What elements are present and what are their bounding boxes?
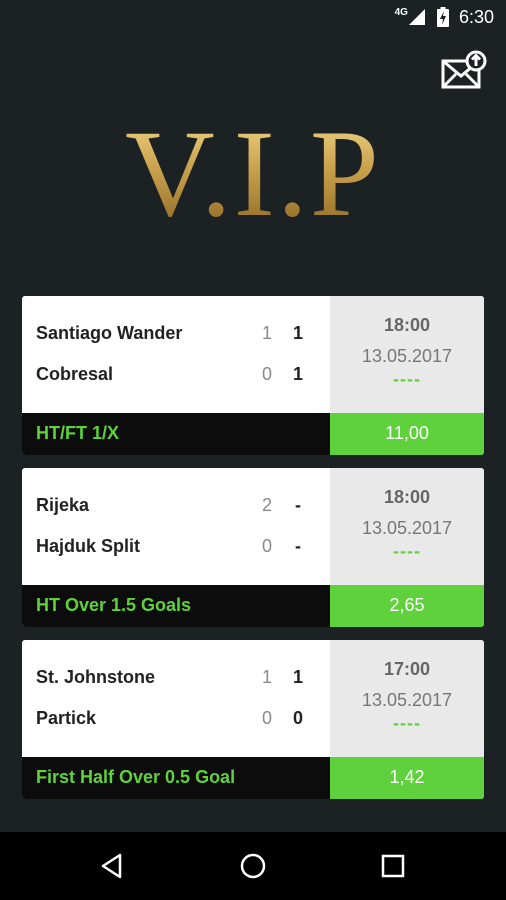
match-card[interactable]: St. Johnstone 1 1 Partick 0 0 17:00 13.0…	[22, 640, 484, 799]
away-ft-score: 0	[292, 708, 303, 728]
battery-charging-icon	[436, 7, 449, 27]
match-time: 18:00	[383, 487, 431, 507]
vip-logo: V.I.P	[0, 112, 506, 236]
tip-bar: HT/FT 1/X	[22, 413, 330, 455]
odds-value: 2,65	[389, 595, 425, 615]
match-date: 13.05.2017	[361, 690, 453, 710]
match-time: 17:00	[383, 659, 431, 679]
back-button[interactable]	[72, 832, 152, 900]
home-team-name: Santiago Wander	[36, 323, 183, 343]
match-status: ----	[393, 713, 421, 733]
match-status: ----	[393, 541, 421, 561]
away-team-name: Cobresal	[36, 364, 114, 384]
away-team-row: Partick 0 0	[22, 704, 330, 734]
away-team-name: Hajduk Split	[36, 536, 141, 556]
away-ht-score: 0	[261, 536, 272, 556]
odds-box: 1,42	[330, 757, 484, 799]
away-ht-score: 0	[261, 364, 272, 384]
home-team-name: Rijeka	[36, 495, 90, 515]
home-ht-score: 1	[261, 323, 272, 343]
recents-square-icon	[381, 854, 405, 878]
away-team-name: Partick	[36, 708, 97, 728]
away-ht-score: 0	[261, 708, 272, 728]
tip-label: First Half Over 0.5 Goal	[36, 767, 236, 787]
match-card[interactable]: Santiago Wander 1 1 Cobresal 0 1 18:00 1…	[22, 296, 484, 455]
home-ft-score: 1	[292, 323, 303, 343]
tip-bar: First Half Over 0.5 Goal	[22, 757, 330, 799]
match-info-panel: 18:00 13.05.2017 ----	[330, 468, 484, 585]
home-team-row: Santiago Wander 1 1	[22, 319, 330, 349]
match-date: 13.05.2017	[361, 346, 453, 366]
match-info-panel: 18:00 13.05.2017 ----	[330, 296, 484, 413]
mail-upload-button[interactable]	[440, 50, 488, 92]
tip-label: HT/FT 1/X	[36, 423, 120, 443]
home-button[interactable]	[213, 832, 293, 900]
tip-bar: HT Over 1.5 Goals	[22, 585, 330, 627]
home-ft-score: 1	[292, 667, 303, 687]
match-time: 18:00	[383, 315, 431, 335]
match-status: ----	[393, 369, 421, 389]
match-info-panel: 17:00 13.05.2017 ----	[330, 640, 484, 757]
home-team-row: Rijeka 2 -	[22, 491, 330, 521]
mail-upload-icon	[441, 50, 487, 89]
odds-box: 2,65	[330, 585, 484, 627]
odds-box: 11,00	[330, 413, 484, 455]
away-team-row: Hajduk Split 0 -	[22, 532, 330, 562]
tip-label: HT Over 1.5 Goals	[36, 595, 192, 615]
odds-value: 11,00	[385, 423, 429, 443]
recents-button[interactable]	[353, 832, 433, 900]
home-team-row: St. Johnstone 1 1	[22, 663, 330, 693]
teams-panel: Rijeka 2 - Hajduk Split 0 -	[22, 468, 330, 585]
signal-icon	[408, 9, 425, 25]
home-team-name: St. Johnstone	[36, 667, 156, 687]
teams-panel: Santiago Wander 1 1 Cobresal 0 1	[22, 296, 330, 413]
network-type: 4G	[394, 6, 408, 18]
match-date: 13.05.2017	[361, 518, 453, 538]
status-bar: 4G 6:30	[0, 0, 506, 34]
away-ft-score: 1	[292, 364, 303, 384]
home-ht-score: 1	[261, 667, 272, 687]
clock: 6:30	[458, 6, 494, 27]
back-triangle-icon	[101, 853, 122, 879]
odds-value: 1,42	[389, 767, 425, 787]
navigation-bar	[0, 832, 506, 900]
match-card[interactable]: Rijeka 2 - Hajduk Split 0 - 18:00 13.05.…	[22, 468, 484, 627]
teams-panel: St. Johnstone 1 1 Partick 0 0	[22, 640, 330, 757]
home-ht-score: 2	[261, 495, 272, 515]
home-ft-score: -	[295, 495, 301, 515]
home-circle-icon	[240, 853, 266, 879]
away-ft-score: -	[295, 536, 301, 556]
away-team-row: Cobresal 0 1	[22, 360, 330, 390]
